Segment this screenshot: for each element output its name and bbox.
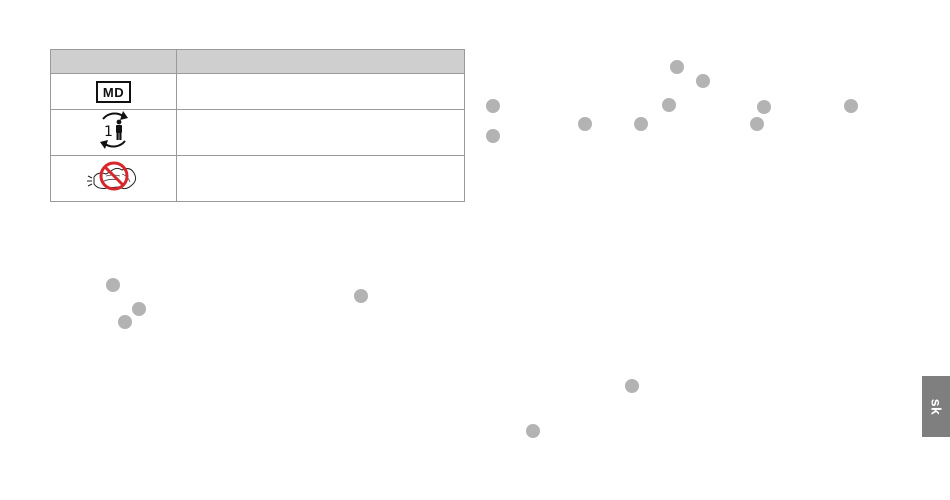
table-row: [50, 155, 465, 202]
callout-dot: [625, 379, 639, 393]
callout-dot: [634, 117, 648, 131]
symbol-number: 1: [104, 124, 113, 140]
language-tab-label: sk: [927, 398, 944, 415]
callout-dot: [750, 117, 764, 131]
callout-dot: [696, 74, 710, 88]
medical-device-icon: MD: [95, 80, 132, 103]
table-header-description: [176, 49, 465, 74]
description-cell: [176, 73, 465, 110]
callout-dot: [662, 98, 676, 112]
callout-dot: [118, 315, 132, 329]
symbol-cell: 1: [50, 109, 177, 156]
symbol-table: MD 1: [50, 49, 465, 202]
callout-dot: [670, 60, 684, 74]
do-not-put-in-washing-machine-icon: [86, 161, 136, 191]
callout-dot: [844, 99, 858, 113]
callout-dot: [526, 424, 540, 438]
callout-dot: [106, 278, 120, 292]
single-patient-multiple-use-icon: 1: [99, 111, 128, 149]
callout-dot: [486, 99, 500, 113]
language-tab: sk: [922, 376, 950, 437]
table-row: 1: [50, 109, 465, 156]
callout-dot: [486, 129, 500, 143]
table-header-symbol: [50, 49, 177, 74]
md-symbol-text: MD: [102, 84, 125, 100]
symbol-cell: [50, 155, 177, 202]
description-cell: [176, 109, 465, 156]
callout-dot: [132, 302, 146, 316]
callout-dot: [578, 117, 592, 131]
symbol-cell: MD: [50, 73, 177, 110]
table-header-row: [50, 49, 465, 74]
table-row: MD: [50, 73, 465, 110]
callout-dot: [757, 100, 771, 114]
description-cell: [176, 155, 465, 202]
callout-dot: [354, 289, 368, 303]
